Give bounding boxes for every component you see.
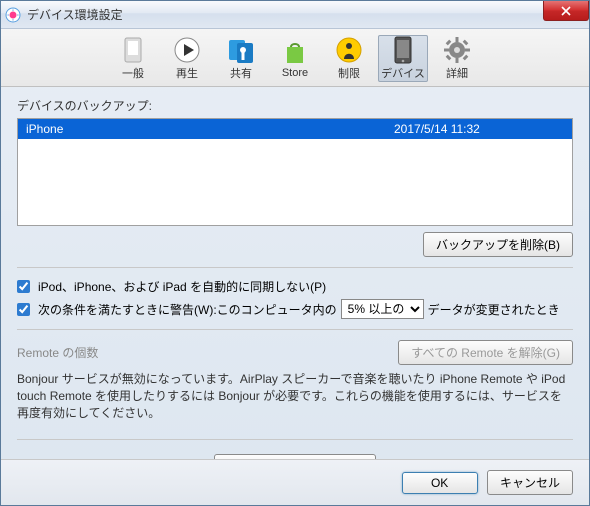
general-icon (119, 36, 147, 64)
store-icon (281, 38, 309, 66)
close-button[interactable] (543, 1, 589, 21)
tab-store[interactable]: Store (270, 35, 320, 82)
restrictions-icon (335, 36, 363, 64)
backup-row[interactable]: iPhone 2017/5/14 11:32 (18, 119, 572, 139)
tab-label: Store (282, 67, 308, 79)
sharing-icon (227, 36, 255, 64)
window-title: デバイス環境設定 (27, 6, 123, 23)
content-area: デバイスのバックアップ: iPhone 2017/5/14 11:32 バックア… (1, 87, 589, 489)
play-icon (173, 36, 201, 64)
backup-name: iPhone (26, 122, 394, 136)
cancel-button[interactable]: キャンセル (487, 470, 573, 495)
remote-heading: Remote の個数 (17, 344, 98, 361)
no-autosync-checkbox[interactable] (17, 280, 30, 293)
separator (17, 439, 573, 440)
tab-label: 再生 (176, 65, 198, 81)
tab-label: 制限 (338, 65, 360, 81)
separator (17, 267, 573, 268)
unpair-remotes-button: すべての Remote を解除(G) (398, 340, 573, 365)
threshold-select[interactable]: 5% 以上の (341, 299, 424, 319)
backups-heading: デバイスのバックアップ: (17, 97, 573, 114)
separator (17, 329, 573, 330)
titlebar: デバイス環境設定 (1, 1, 589, 29)
tab-advanced[interactable]: 詳細 (432, 35, 482, 82)
warn-suffix: データが変更されたとき (428, 301, 560, 318)
delete-backup-button[interactable]: バックアップを削除(B) (423, 232, 573, 257)
tab-playback[interactable]: 再生 (162, 35, 212, 82)
tab-label: 共有 (230, 65, 252, 81)
app-icon (5, 7, 21, 23)
bonjour-info: Bonjour サービスが無効になっています。AirPlay スピーカーで音楽を… (17, 371, 573, 421)
backup-date: 2017/5/14 11:32 (394, 122, 564, 136)
preferences-window: デバイス環境設定 一般 再生 共有 Store (0, 0, 590, 506)
tab-label: 一般 (122, 65, 144, 81)
backup-list[interactable]: iPhone 2017/5/14 11:32 (17, 118, 573, 226)
no-autosync-label: iPod、iPhone、および iPad を自動的に同期しない(P) (38, 278, 326, 295)
tab-label: 詳細 (446, 65, 468, 81)
tab-general[interactable]: 一般 (108, 35, 158, 82)
ok-button[interactable]: OK (402, 472, 478, 494)
tab-label: デバイス (381, 65, 425, 81)
tab-devices[interactable]: デバイス (378, 35, 428, 82)
tab-sharing[interactable]: 共有 (216, 35, 266, 82)
warn-checkbox[interactable] (17, 303, 30, 316)
warn-row: 次の条件を満たすときに警告(W):このコンピュータ内の 5% 以上の データが変… (17, 299, 573, 319)
gear-icon (443, 36, 471, 64)
tab-restrictions[interactable]: 制限 (324, 35, 374, 82)
tab-toolbar: 一般 再生 共有 Store 制限 (1, 29, 589, 87)
no-autosync-row[interactable]: iPod、iPhone、および iPad を自動的に同期しない(P) (17, 278, 573, 295)
device-icon (389, 36, 417, 64)
dialog-footer: OK キャンセル (1, 459, 589, 505)
warn-prefix: 次の条件を満たすときに警告(W):このコンピュータ内の (38, 301, 337, 318)
